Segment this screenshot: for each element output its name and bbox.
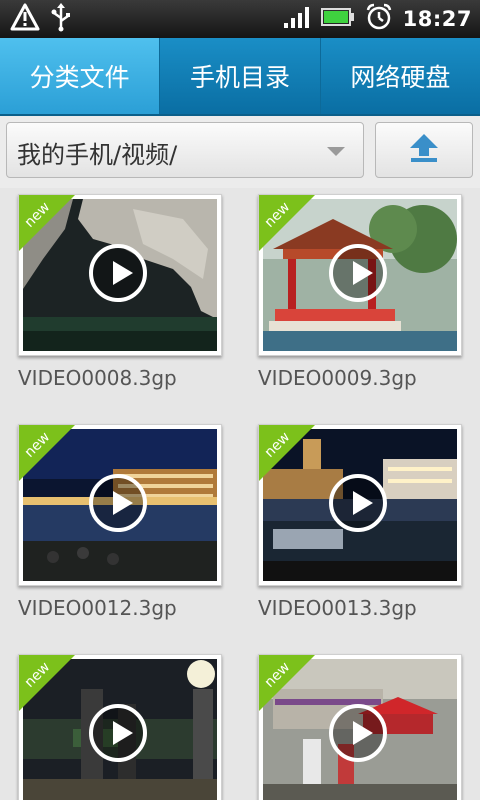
- up-arrow-icon: [407, 132, 441, 168]
- video-file-name: VIDEO0013.3gp: [258, 596, 417, 620]
- tab-network-drive[interactable]: 网络硬盘: [320, 38, 480, 114]
- video-thumbnail-frame: new: [258, 424, 462, 586]
- new-badge: new: [259, 655, 315, 711]
- tab-phone-directory[interactable]: 手机目录: [160, 38, 321, 114]
- play-icon: [329, 474, 387, 532]
- new-badge: new: [259, 425, 315, 481]
- video-thumbnail-frame: new: [18, 654, 222, 800]
- play-icon: [89, 474, 147, 532]
- path-bar: 我的手机/视频/: [0, 116, 480, 188]
- new-badge: new: [19, 195, 75, 251]
- alarm-icon: [365, 3, 393, 35]
- warning-icon: [10, 3, 40, 35]
- path-dropdown[interactable]: 我的手机/视频/: [6, 122, 364, 178]
- video-file-name: VIDEO0008.3gp: [18, 366, 177, 390]
- video-thumbnail-frame: new: [258, 654, 462, 800]
- battery-icon: [320, 7, 355, 31]
- new-badge: new: [259, 195, 315, 251]
- video-file-name: VIDEO0012.3gp: [18, 596, 177, 620]
- new-badge: new: [19, 655, 75, 711]
- video-thumbnail-frame: new: [18, 194, 222, 356]
- video-file-name: VIDEO0009.3gp: [258, 366, 417, 390]
- video-grid: new VIDEO0008.3gp new VIDEO0009.3gp new …: [0, 188, 480, 800]
- status-bar: 18:27: [0, 0, 480, 38]
- clock-time: 18:27: [402, 7, 472, 31]
- tab-label: 手机目录: [189, 63, 290, 92]
- tab-category-files[interactable]: 分类文件: [0, 38, 161, 114]
- tab-bar: 分类文件 手机目录 网络硬盘: [0, 38, 480, 116]
- video-thumbnail-frame: new: [18, 424, 222, 586]
- tab-label: 网络硬盘: [350, 63, 451, 92]
- video-thumbnail-frame: new: [258, 194, 462, 356]
- play-icon: [89, 704, 147, 762]
- tab-label: 分类文件: [29, 63, 130, 92]
- chevron-down-icon: [327, 147, 345, 156]
- play-icon: [329, 244, 387, 302]
- up-directory-button[interactable]: [375, 122, 473, 178]
- new-badge: new: [19, 425, 75, 481]
- current-path: 我的手机/视频/: [17, 141, 178, 169]
- play-icon: [329, 704, 387, 762]
- signal-icon: [283, 5, 311, 33]
- play-icon: [89, 244, 147, 302]
- usb-icon: [50, 2, 72, 36]
